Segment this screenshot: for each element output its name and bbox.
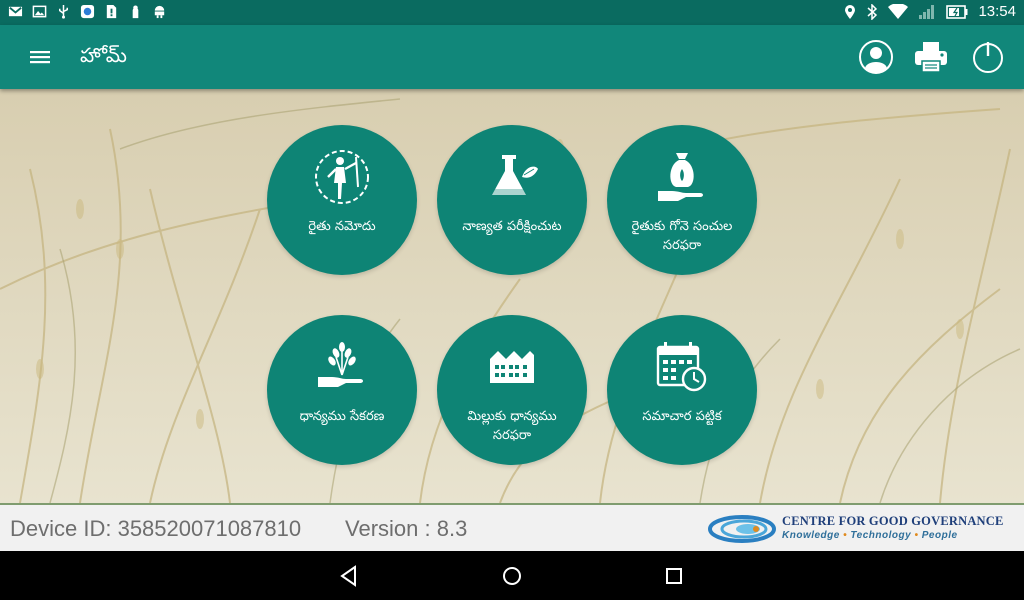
system-icons: 13:54	[844, 3, 1016, 20]
tile-label: రైతుకు గోనె సంచుల సరఫరా	[631, 219, 733, 253]
app-icon	[80, 4, 95, 19]
tile-gunny-bag-supply[interactable]: రైతుకు గోనె సంచుల సరఫరా	[607, 125, 757, 275]
lock-icon	[132, 5, 139, 19]
tile-label: ధాన్యము సేకరణ	[299, 409, 385, 424]
back-icon[interactable]	[336, 563, 362, 589]
tagline-people: People	[921, 530, 958, 541]
home-icon[interactable]	[499, 563, 525, 589]
mill-icon	[490, 351, 534, 383]
tagline-knowledge: Knowledge	[782, 530, 840, 541]
tile-quality-testing[interactable]: నాణ్యత పరీక్షించుట	[437, 125, 587, 275]
tagline-technology: Technology	[850, 530, 912, 541]
calendar-clock-icon	[656, 342, 707, 392]
cgg-tagline: Knowledge • Technology • People	[782, 530, 958, 541]
navigation-bar	[0, 551, 1024, 600]
signal-icon	[919, 4, 935, 19]
tile-label: నాణ్యత పరీక్షించుట	[462, 219, 562, 234]
app-bar: హోమ్	[0, 25, 1024, 89]
wheat-hand-icon	[318, 342, 363, 387]
tile-label: రైతు నమోదు	[308, 219, 376, 234]
gmail-icon	[8, 6, 23, 17]
image-icon	[32, 5, 47, 18]
status-bar: 13:54	[0, 0, 1024, 25]
tile-information-table[interactable]: సమాచార పట్టిక	[607, 315, 757, 465]
footer: Device ID: 358520071087810 Version : 8.3…	[0, 503, 1024, 551]
sack-hand-icon	[658, 153, 703, 201]
tile-farmer-registration[interactable]: రైతు నమోదు	[267, 125, 417, 275]
sim-icon	[106, 4, 117, 19]
menu-icon[interactable]	[26, 45, 54, 69]
bluetooth-icon	[867, 3, 878, 20]
clock: 13:54	[978, 3, 1016, 20]
home-grid: రైతు నమోదు నాణ్యత పరీక్షించుట రైతుకు గోన…	[0, 89, 1024, 503]
page-title: హోమ్	[80, 43, 127, 67]
android-icon	[154, 5, 165, 19]
tile-label: మిల్లుకు ధాన్యము సరఫరా	[467, 409, 557, 443]
cgg-logo	[708, 515, 776, 543]
farmer-icon	[315, 150, 369, 204]
lab-flask-icon	[492, 155, 538, 195]
battery-icon	[946, 4, 968, 19]
notification-icons	[8, 4, 167, 19]
tile-mill-supply[interactable]: మిల్లుకు ధాన్యము సరఫరా	[437, 315, 587, 465]
profile-icon[interactable]	[858, 39, 894, 75]
recents-icon[interactable]	[661, 563, 687, 589]
wifi-icon	[888, 3, 909, 19]
tile-paddy-procurement[interactable]: ధాన్యము సేకరణ	[267, 315, 417, 465]
power-icon[interactable]	[970, 39, 1006, 75]
printer-icon[interactable]	[913, 39, 949, 75]
device-id: Device ID: 358520071087810	[10, 516, 302, 541]
cgg-name: CENTRE FOR GOOD GOVERNANCE	[782, 514, 1004, 528]
usb-icon	[59, 4, 68, 19]
app-version: Version : 8.3	[345, 516, 468, 541]
tile-label: సమాచార పట్టిక	[642, 409, 722, 424]
location-icon	[845, 4, 856, 19]
